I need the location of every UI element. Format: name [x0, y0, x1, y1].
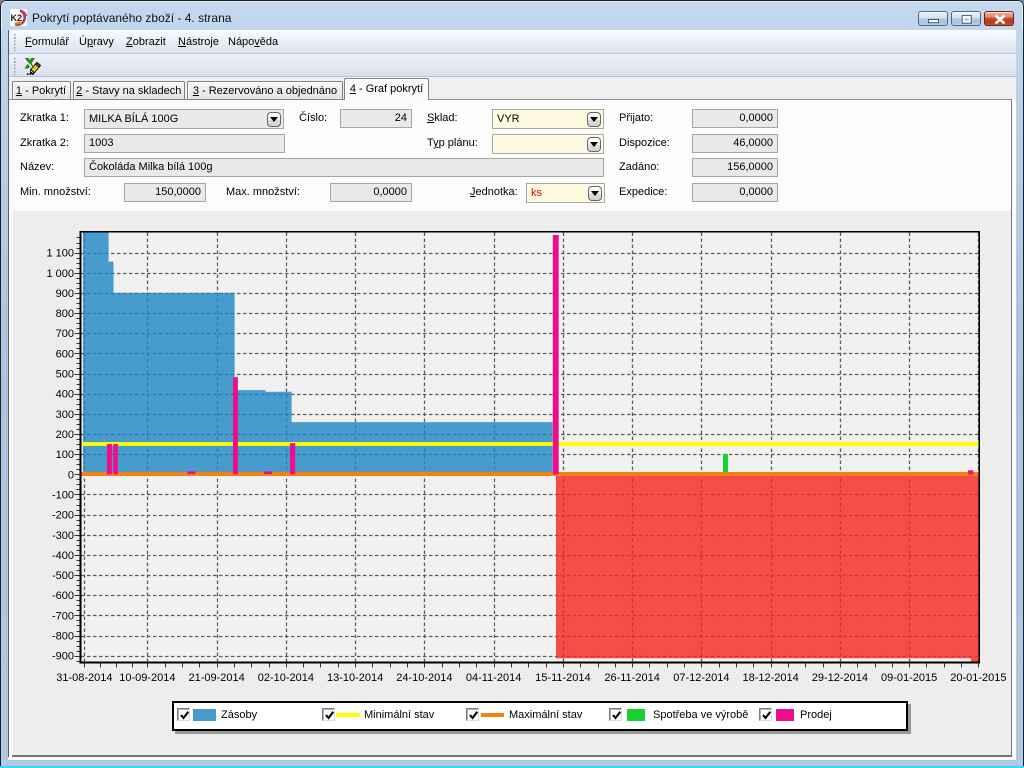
- svg-text:21-09-2014: 21-09-2014: [188, 672, 244, 684]
- svg-text:-300: -300: [52, 530, 74, 542]
- svg-text:09-01-2015: 09-01-2015: [881, 672, 937, 684]
- svg-text:-600: -600: [52, 590, 74, 602]
- svg-text:0: 0: [68, 469, 74, 481]
- svg-text:800: 800: [56, 308, 74, 320]
- svg-text:02-10-2014: 02-10-2014: [258, 672, 314, 684]
- svg-text:700: 700: [56, 328, 74, 340]
- svg-text:07-12-2014: 07-12-2014: [673, 672, 729, 684]
- svg-text:-500: -500: [52, 570, 74, 582]
- svg-text:31-08-2014: 31-08-2014: [56, 672, 112, 684]
- svg-text:24-10-2014: 24-10-2014: [396, 672, 452, 684]
- svg-text:26-11-2014: 26-11-2014: [604, 672, 659, 684]
- svg-text:-400: -400: [52, 550, 74, 562]
- svg-text:-200: -200: [52, 510, 74, 522]
- svg-text:600: 600: [56, 348, 74, 360]
- svg-text:400: 400: [56, 389, 74, 401]
- svg-text:18-12-2014: 18-12-2014: [742, 672, 798, 684]
- svg-text:20-01-2015: 20-01-2015: [950, 672, 1006, 684]
- svg-text:15-11-2014: 15-11-2014: [535, 672, 590, 684]
- svg-text:-700: -700: [52, 610, 74, 622]
- svg-text:100: 100: [56, 449, 74, 461]
- svg-text:-100: -100: [52, 490, 74, 502]
- svg-text:04-11-2014: 04-11-2014: [466, 672, 521, 684]
- svg-text:900: 900: [56, 288, 74, 300]
- svg-text:29-12-2014: 29-12-2014: [812, 672, 868, 684]
- svg-text:-800: -800: [52, 631, 74, 643]
- svg-text:500: 500: [56, 369, 74, 381]
- svg-text:10-09-2014: 10-09-2014: [119, 672, 175, 684]
- svg-text:300: 300: [56, 409, 74, 421]
- svg-text:-900: -900: [52, 651, 74, 663]
- svg-text:13-10-2014: 13-10-2014: [327, 672, 383, 684]
- svg-text:1 100: 1 100: [46, 248, 74, 260]
- svg-text:1 000: 1 000: [46, 268, 74, 280]
- svg-text:200: 200: [56, 429, 74, 441]
